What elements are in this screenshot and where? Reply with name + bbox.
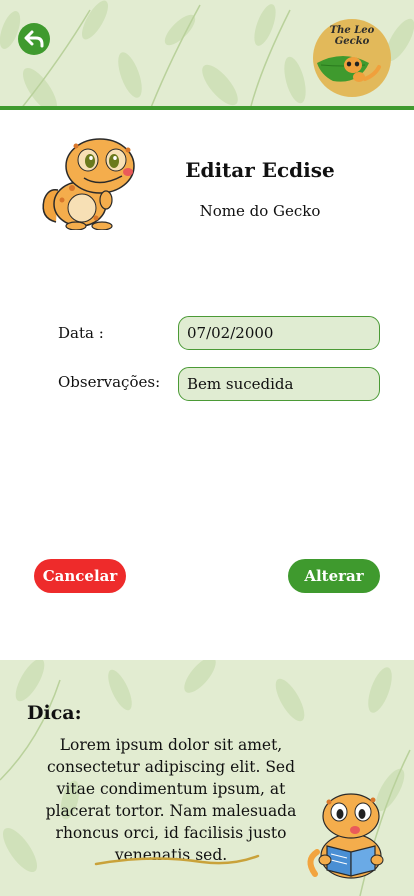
date-label: Data : [58,324,104,342]
save-button[interactable]: Alterar [288,559,380,593]
notes-field[interactable]: Bem sucedida [178,367,380,401]
reading-gecko-illustration [307,793,384,879]
date-field-value: 07/02/2000 [187,324,274,342]
date-field[interactable]: 07/02/2000 [178,316,380,350]
logo-gecko-leaf-icon [317,56,381,82]
page-title: Editar Ecdise [185,158,335,182]
app-logo: The Leo Gecko [313,19,391,97]
gecko-name-label: Nome do Gecko [199,202,321,220]
decorative-swoosh [94,854,260,866]
notes-field-value: Bem sucedida [187,375,294,393]
notes-label: Observações: [58,373,161,391]
cancel-button[interactable]: Cancelar [34,559,126,593]
app-header: The Leo Gecko [0,0,414,110]
tip-section: Dica: Lorem ipsum dolor sit amet, consec… [0,660,414,896]
tip-title: Dica: [27,702,82,724]
tip-text: Lorem ipsum dolor sit amet, consectetur … [45,736,297,864]
back-arrow-icon [24,30,44,48]
back-button[interactable] [18,23,50,55]
gecko-illustration [42,138,135,230]
